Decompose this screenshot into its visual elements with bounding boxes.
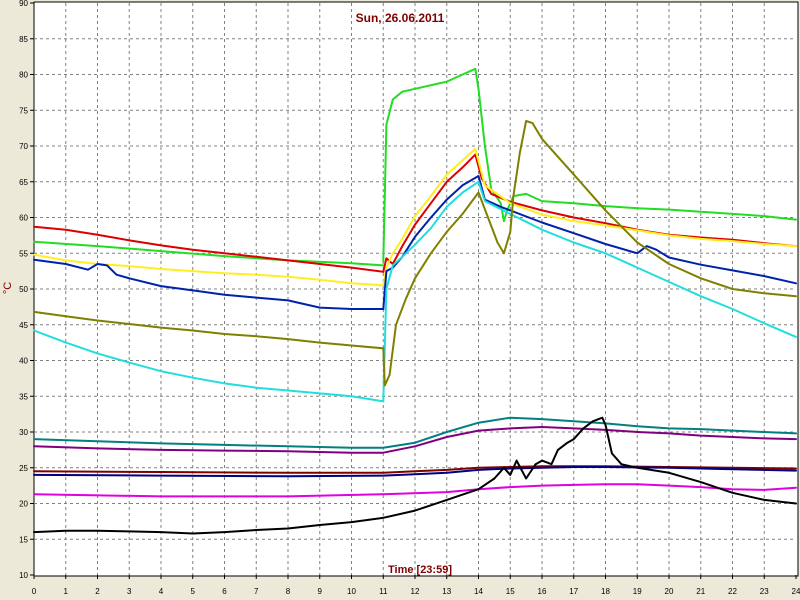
x-tick-label: 13	[442, 587, 451, 596]
x-tick-label: 6	[222, 587, 227, 596]
x-tick-label: 12	[411, 587, 420, 596]
x-tick-label: 17	[569, 587, 578, 596]
y-tick-label: 40	[19, 357, 28, 366]
y-tick-label: 55	[19, 249, 28, 258]
x-tick-label: 2	[95, 587, 100, 596]
y-tick-label: 50	[19, 285, 28, 294]
y-tick-label: 35	[19, 392, 28, 401]
x-tick-label: 1	[64, 587, 69, 596]
y-tick-label: 90	[19, 0, 28, 8]
x-tick-label: 18	[601, 587, 610, 596]
y-tick-label: 45	[19, 321, 28, 330]
temperature-chart: 0 1 2 3 4 5 6 7 8 9 10 11 12 13 14 15 16 17 18 19 20 21 22 23 24…	[0, 0, 800, 600]
x-tick-label: 10	[347, 587, 356, 596]
y-tick-label: 20	[19, 500, 28, 509]
x-tick-label: 20	[665, 587, 674, 596]
x-tick-label: 11	[379, 587, 388, 596]
y-tick-label: 30	[19, 428, 28, 437]
x-tick-label: 3	[127, 587, 132, 596]
x-tick-label: 24	[792, 587, 800, 596]
y-tick-label: 75	[19, 106, 28, 115]
y-tick-label: 15	[19, 535, 28, 544]
x-tick-label: 4	[159, 587, 164, 596]
x-tick-label: 5	[191, 587, 196, 596]
x-tick-label: 22	[728, 587, 737, 596]
y-tick-label: 10	[19, 571, 28, 580]
x-tick-label: 8	[286, 587, 291, 596]
x-tick-label: 21	[696, 587, 705, 596]
chart-title: Sun, 26.06.2011	[356, 11, 445, 25]
x-tick-label: 23	[760, 587, 769, 596]
y-axis-label: °C	[2, 282, 14, 294]
y-tick-label: 60	[19, 214, 28, 223]
y-tick-label: 25	[19, 464, 28, 473]
x-tick-label: 19	[633, 587, 642, 596]
x-tick-label: 14	[474, 587, 483, 596]
y-tick-label: 85	[19, 35, 28, 44]
x-tick-label: 7	[254, 587, 259, 596]
y-tick-label: 65	[19, 178, 28, 187]
x-tick-label: 9	[318, 587, 323, 596]
x-tick-label: 15	[506, 587, 515, 596]
y-tick-label: 80	[19, 71, 28, 80]
y-tick-label: 70	[19, 142, 28, 151]
x-tick-label: 16	[538, 587, 547, 596]
x-tick-label: 0	[32, 587, 37, 596]
x-axis-label: Time [23:59]	[388, 564, 452, 576]
